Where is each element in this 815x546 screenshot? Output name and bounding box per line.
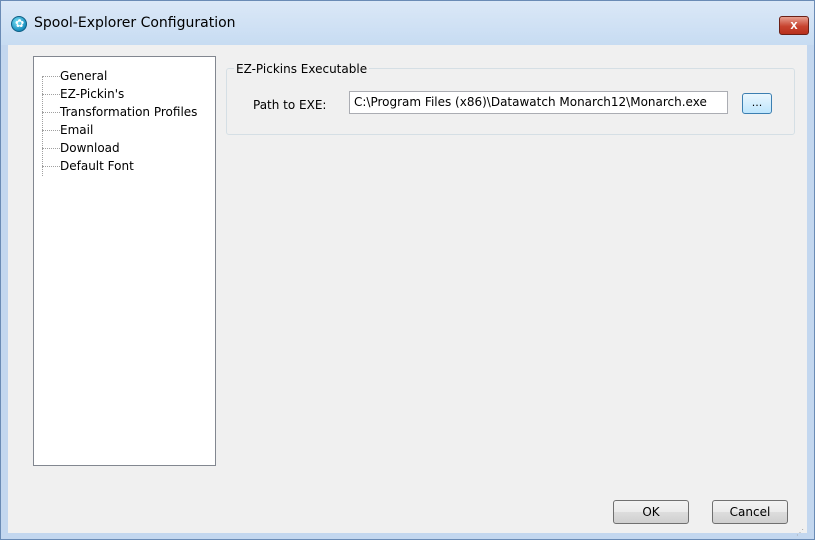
- cancel-button[interactable]: Cancel: [712, 500, 788, 524]
- path-label: Path to EXE:: [253, 98, 327, 112]
- resize-grip-icon[interactable]: ⋰: [796, 528, 806, 538]
- tree-item-transformation-profiles[interactable]: Transformation Profiles: [42, 103, 197, 121]
- path-input[interactable]: C:\Program Files (x86)\Datawatch Monarch…: [349, 91, 728, 114]
- tree-item-label: Transformation Profiles: [60, 105, 198, 119]
- app-icon: ✿: [11, 16, 27, 32]
- tree-item-default-font[interactable]: Default Font: [42, 157, 134, 175]
- tree-item-ez-pickins[interactable]: EZ-Pickin's: [42, 85, 124, 103]
- close-button[interactable]: x: [779, 16, 809, 35]
- tree-item-email[interactable]: Email: [42, 121, 93, 139]
- close-icon: x: [790, 17, 798, 32]
- settings-tree[interactable]: General EZ-Pickin's Transformation Profi…: [33, 56, 216, 466]
- tree-item-label: Download: [60, 141, 120, 155]
- tree-item-download[interactable]: Download: [42, 139, 120, 157]
- tree-item-label: Default Font: [60, 159, 134, 173]
- tree-item-label: General: [60, 69, 108, 83]
- title-bar[interactable]: ✿ Spool-Explorer Configuration x: [1, 1, 814, 45]
- dialog-client-area: General EZ-Pickin's Transformation Profi…: [8, 45, 807, 533]
- window-title: Spool-Explorer Configuration: [34, 15, 236, 31]
- tree-item-label: Email: [60, 123, 94, 137]
- groupbox-title: EZ-Pickins Executable: [234, 62, 370, 76]
- configuration-dialog: ✿ Spool-Explorer Configuration x General…: [0, 0, 815, 540]
- browse-button[interactable]: ...: [742, 93, 772, 114]
- ok-button[interactable]: OK: [613, 500, 689, 524]
- tree-item-general[interactable]: General: [42, 67, 107, 85]
- tree-item-label: EZ-Pickin's: [60, 87, 125, 101]
